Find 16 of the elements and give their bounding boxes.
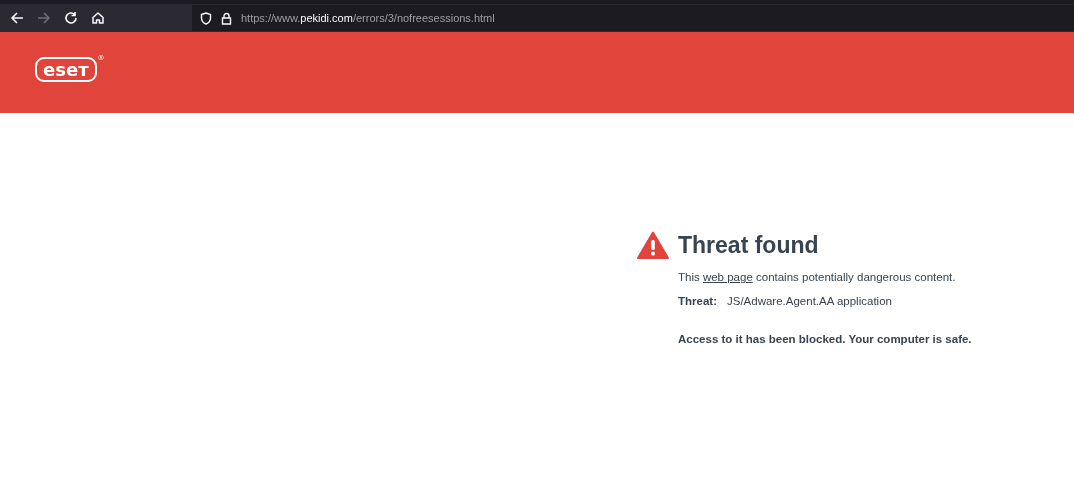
threat-name: JS/Adware.Agent.AA application <box>727 295 892 307</box>
lock-icon[interactable] <box>221 11 232 25</box>
reload-icon[interactable] <box>64 11 78 25</box>
web-page-link[interactable]: web page <box>702 271 753 283</box>
url-text: https://www.pekidi.com/errors/3/nofreesessions.html <box>241 12 495 24</box>
forward-icon[interactable] <box>37 11 51 25</box>
shield-icon[interactable] <box>200 11 212 25</box>
alert-title: Threat found <box>678 231 819 259</box>
logo: eseт <box>35 57 97 82</box>
threat-label: Threat: <box>678 295 717 307</box>
address-bar[interactable]: https://www.pekidi.com/errors/3/nofreesessions.html <box>192 5 1074 31</box>
back-icon[interactable] <box>10 11 24 25</box>
warning-icon <box>637 231 669 259</box>
blocked-message: Access to it has been blocked. Your computer is safe. <box>678 333 972 345</box>
home-icon[interactable] <box>91 11 105 25</box>
alert-message: This web page contains potentially dangerous content. <box>678 271 957 283</box>
